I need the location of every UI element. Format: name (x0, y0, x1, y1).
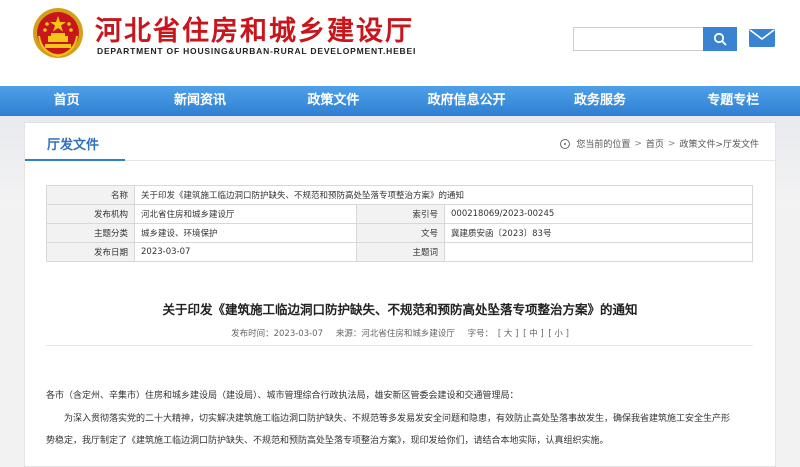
section-title-underline (25, 159, 125, 161)
article-paragraph-salutation: 各市（含定州、辛集市）住房和城乡建设局（建设局）、城市管理综合行政执法局，雄安新… (46, 391, 519, 401)
meta-keywords-label: 主题词 (356, 242, 445, 262)
meta-row: 名称 关于印发《建筑施工临边洞口防护缺失、不规范和预防高处坠落专项整治方案》的通… (46, 185, 753, 205)
meta-topic-value: 城乡建设、环境保护 (134, 223, 357, 243)
meta-index-label: 索引号 (356, 204, 445, 224)
nav-item-news[interactable]: 新闻资讯 (133, 86, 266, 116)
nav-item-services[interactable]: 政务服务 (533, 86, 666, 116)
meta-name-label: 名称 (46, 185, 135, 205)
article-date: 发布时间：2023-03-07 (231, 329, 323, 339)
site-header: 河北省住房和城乡建设厅 DEPARTMENT OF HOUSING&URBAN-… (0, 0, 800, 86)
meta-topic-label: 主题分类 (46, 223, 135, 243)
breadcrumb-separator: > (634, 138, 642, 149)
breadcrumb-prefix: 您当前的位置 (576, 140, 631, 150)
meta-date-value: 2023-03-07 (134, 242, 357, 262)
meta-docno-label: 文号 (356, 223, 445, 243)
location-icon (560, 138, 571, 149)
meta-org-label: 发布机构 (46, 204, 135, 224)
article-source: 来源：河北省住房和城乡建设厅 (335, 329, 455, 339)
article-paragraph-body-2: 势稳定，我厅制定了《建筑施工临边洞口防护缺失、不规范和预防高处坠落专项整治方案》… (46, 436, 609, 446)
nav-item-policy[interactable]: 政策文件 (267, 86, 400, 116)
font-size-label: 字号： (467, 329, 494, 339)
meta-index-value: 000218069/2023-00245 (444, 204, 753, 224)
search-button[interactable] (703, 27, 737, 51)
breadcrumb-current[interactable]: 政策文件>厅发文件 (679, 137, 759, 150)
meta-org-value: 河北省住房和城乡建设厅 (134, 204, 357, 224)
document-meta-table: 名称 关于印发《建筑施工临边洞口防护缺失、不规范和预防高处坠落专项整治方案》的通… (46, 185, 753, 262)
article-title: 关于印发《建筑施工临边洞口防护缺失、不规范和预防高处坠落专项整治方案》的通知 (162, 302, 638, 317)
national-emblem-icon (33, 8, 83, 58)
article-meta: 发布时间：2023-03-07 来源：河北省住房和城乡建设厅 字号： [ 大 ]… (25, 327, 775, 339)
meta-keywords-value (444, 242, 753, 262)
font-size-medium-button[interactable]: [ 中 ] (523, 329, 544, 339)
nav-item-home[interactable]: 首页 (0, 86, 133, 116)
meta-docno-value: 冀建质安函〔2023〕83号 (444, 223, 753, 243)
meta-row: 发布日期 2023-03-07 主题词 (46, 242, 753, 262)
article-paragraph-body-1: 为深入贯彻落实党的二十大精神，切实解决建筑施工临边洞口防护缺失、不规范等多发易发… (64, 414, 731, 424)
meta-row: 主题分类 城乡建设、环境保护 文号 冀建质安函〔2023〕83号 (46, 223, 753, 243)
divider (46, 345, 753, 346)
search-input[interactable] (573, 27, 703, 51)
breadcrumb-home-link[interactable]: 首页 (646, 137, 664, 150)
font-size-large-button[interactable]: [ 大 ] (498, 329, 519, 339)
panel-header: 厅发文件 您当前的位置 > 首页 > 政策文件>厅发文件 (25, 123, 775, 161)
meta-row: 发布机构 河北省住房和城乡建设厅 索引号 000218069/2023-0024… (46, 204, 753, 224)
site-title: 河北省住房和城乡建设厅 (95, 16, 414, 47)
meta-date-label: 发布日期 (46, 242, 135, 262)
mail-icon[interactable] (748, 27, 776, 49)
search-icon (713, 32, 727, 46)
breadcrumb: 您当前的位置 > 首页 > 政策文件>厅发文件 (560, 137, 759, 150)
main-nav: 首页 新闻资讯 政策文件 政府信息公开 政务服务 专题专栏 (0, 86, 800, 116)
meta-name-value: 关于印发《建筑施工临边洞口防护缺失、不规范和预防高处坠落专项整治方案》的通知 (134, 185, 753, 205)
font-size-small-button[interactable]: [ 小 ] (548, 329, 569, 339)
nav-item-topics[interactable]: 专题专栏 (667, 86, 800, 116)
section-title: 厅发文件 (47, 138, 100, 153)
site-subtitle: DEPARTMENT OF HOUSING&URBAN-RURAL DEVELO… (97, 46, 417, 56)
breadcrumb-separator: > (667, 138, 676, 149)
nav-item-info-disclosure[interactable]: 政府信息公开 (400, 86, 533, 116)
